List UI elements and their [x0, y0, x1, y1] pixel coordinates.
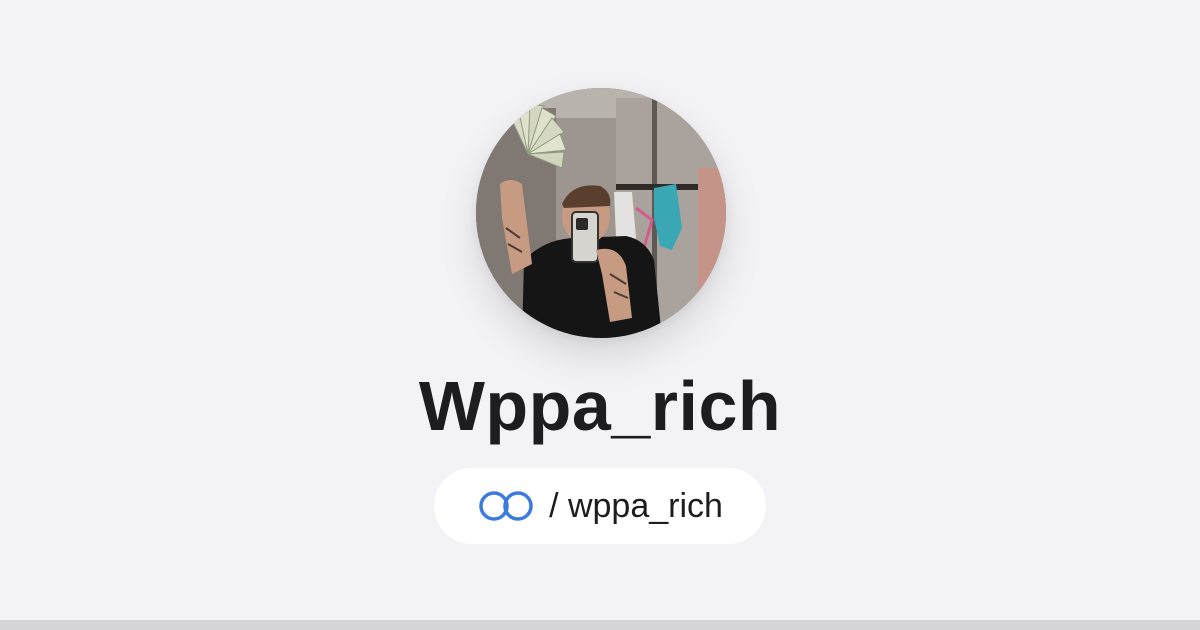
avatar[interactable] — [476, 88, 726, 338]
profile-share-card: Wppa_rich / wppa_rich — [0, 0, 1200, 620]
linktree-rings-icon — [479, 491, 533, 521]
profile-link-pill[interactable]: / wppa_rich — [434, 468, 766, 544]
bottom-divider — [0, 620, 1200, 630]
profile-handle: / wppa_rich — [549, 487, 723, 525]
profile-photo — [476, 88, 726, 338]
display-name: Wppa_rich — [418, 367, 782, 445]
